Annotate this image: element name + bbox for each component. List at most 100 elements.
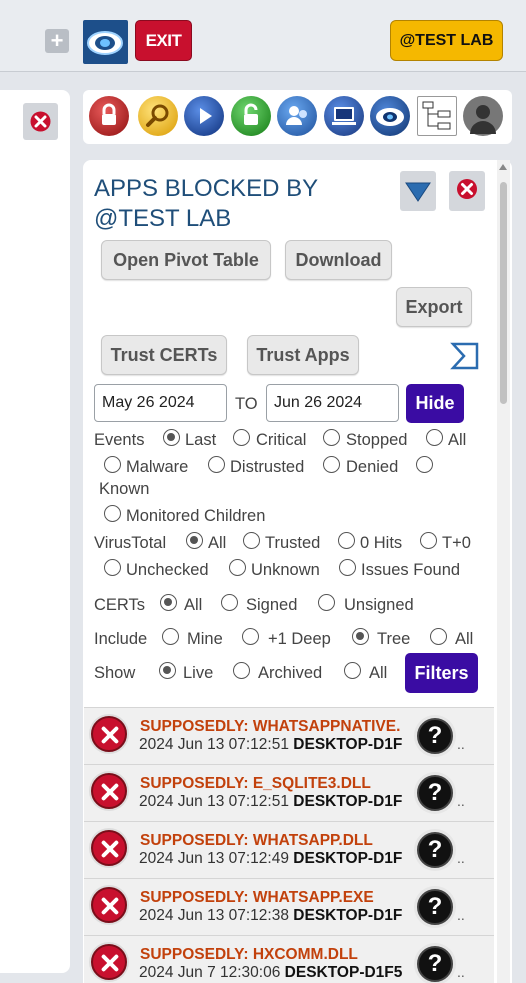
include-mine-radio[interactable] <box>162 628 179 645</box>
show-all-label: All <box>369 664 388 682</box>
play-icon[interactable] <box>184 96 224 136</box>
show-live-label: Live <box>183 664 214 682</box>
events-malware-radio[interactable] <box>104 456 121 473</box>
vt-unchecked-radio[interactable] <box>104 559 121 576</box>
question-icon[interactable]: ? <box>417 775 453 811</box>
question-icon[interactable]: ? <box>417 832 453 868</box>
filters-button[interactable]: Filters <box>405 653 478 693</box>
row-date: 2024 Jun 13 07:12:51 <box>139 793 289 810</box>
app-logo-icon[interactable] <box>83 20 128 64</box>
certs-all-label: All <box>184 596 203 614</box>
question-icon[interactable]: ? <box>417 718 453 754</box>
scroll-up-icon[interactable] <box>499 164 507 170</box>
magnifier-icon[interactable] <box>138 96 178 136</box>
events-known-radio[interactable] <box>416 456 433 473</box>
include-all-radio[interactable] <box>430 628 447 645</box>
certs-signed-label: Signed <box>246 596 298 614</box>
vt-issues-found-radio[interactable] <box>339 559 356 576</box>
vt-t0-radio[interactable] <box>420 532 437 549</box>
vt-0hits-radio[interactable] <box>338 532 355 549</box>
events-critical-radio[interactable] <box>233 429 250 446</box>
row-title: SUPPOSEDLY: WHATSAPPNATIVE. <box>140 718 401 735</box>
left-panel <box>0 90 70 973</box>
panel-close-button[interactable] <box>449 171 485 211</box>
org-chart-icon[interactable] <box>417 96 457 136</box>
list-item[interactable]: SUPPOSEDLY: E_SQLITE3.DLL 2024 Jun 13 07… <box>84 764 494 821</box>
vt-0hits-label: 0 Hits <box>360 534 403 552</box>
filter-funnel-button[interactable] <box>400 171 436 211</box>
blocked-icon <box>91 887 127 923</box>
lock-red-icon[interactable] <box>89 96 129 136</box>
list-item[interactable]: SUPPOSEDLY: WHATSAPPNATIVE. 2024 Jun 13 … <box>84 707 494 764</box>
date-from-input[interactable]: May 26 2024 <box>94 384 227 422</box>
virustotal-label: VirusTotal <box>94 534 167 552</box>
question-icon[interactable]: ? <box>417 946 453 982</box>
row-date: 2024 Jun 13 07:12:38 <box>139 907 289 924</box>
date-to-input[interactable]: Jun 26 2024 <box>266 384 399 422</box>
include-mine-label: Mine <box>187 630 223 648</box>
row-title: SUPPOSEDLY: E_SQLITE3.DLL <box>140 775 371 792</box>
list-item[interactable]: SUPPOSEDLY: HXCOMM.DLL 2024 Jun 7 12:30:… <box>84 935 494 983</box>
row-date: 2024 Jun 13 07:12:49 <box>139 850 289 867</box>
show-live-radio[interactable] <box>159 662 176 679</box>
date-to-label: TO <box>235 395 258 413</box>
exit-button[interactable]: EXIT <box>135 20 192 61</box>
vt-all-radio[interactable] <box>186 532 203 549</box>
row-subtitle: 2024 Jun 13 07:12:49 DESKTOP-D1F <box>139 850 459 868</box>
vt-trusted-radio[interactable] <box>243 532 260 549</box>
test-lab-button[interactable]: @TEST LAB <box>390 20 503 61</box>
left-close-button[interactable] <box>23 103 58 140</box>
export-button[interactable]: Export <box>396 287 472 327</box>
show-archived-radio[interactable] <box>233 662 250 679</box>
row-host: DESKTOP-D1F5 <box>284 964 403 981</box>
events-stopped-radio[interactable] <box>323 429 340 446</box>
computer-icon[interactable] <box>324 96 364 136</box>
list-item[interactable]: SUPPOSEDLY: WHATSAPP.EXE 2024 Jun 13 07:… <box>84 878 494 935</box>
trust-apps-button[interactable]: Trust Apps <box>247 335 359 375</box>
row-title: SUPPOSEDLY: WHATSAPP.EXE <box>140 889 374 906</box>
events-all-radio[interactable] <box>426 429 443 446</box>
vt-unknown-label: Unknown <box>251 561 320 579</box>
include-label: Include <box>94 630 148 648</box>
scrollbar-thumb[interactable] <box>500 182 507 404</box>
sum-icon[interactable] <box>450 342 480 370</box>
row-more: .. <box>457 907 465 923</box>
vt-trusted-label: Trusted <box>265 534 321 552</box>
download-button[interactable]: Download <box>285 240 392 280</box>
trust-certs-button[interactable]: Trust CERTs <box>101 335 227 375</box>
events-all-label: All <box>448 431 467 449</box>
blocked-icon <box>91 773 127 809</box>
users-icon[interactable] <box>277 96 317 136</box>
show-label: Show <box>94 664 136 682</box>
include-1deep-radio[interactable] <box>242 628 259 645</box>
row-title: SUPPOSEDLY: HXCOMM.DLL <box>140 946 358 963</box>
show-all-radio[interactable] <box>344 662 361 679</box>
events-known-label: Known <box>99 480 150 498</box>
panel-title-line1: APPS BLOCKED BY <box>94 175 319 202</box>
certs-signed-radio[interactable] <box>221 594 238 611</box>
row-host: DESKTOP-D1F <box>293 736 403 753</box>
add-icon[interactable]: + <box>45 29 69 53</box>
events-last-radio[interactable] <box>163 429 180 446</box>
cloud-eye-icon[interactable] <box>370 96 410 136</box>
vt-unknown-radio[interactable] <box>229 559 246 576</box>
include-all-label: All <box>455 630 474 648</box>
row-subtitle: 2024 Jun 13 07:12:38 DESKTOP-D1F <box>139 907 459 925</box>
list-item[interactable]: SUPPOSEDLY: WHATSAPP.DLL 2024 Jun 13 07:… <box>84 821 494 878</box>
lock-green-icon[interactable] <box>231 96 271 136</box>
certs-all-radio[interactable] <box>160 594 177 611</box>
events-monitored-children-radio[interactable] <box>104 505 121 522</box>
events-denied-radio[interactable] <box>323 456 340 473</box>
user-avatar-icon[interactable] <box>463 96 503 136</box>
include-1deep-label: +1 Deep <box>268 630 331 648</box>
row-subtitle: 2024 Jun 7 12:30:06 DESKTOP-D1F5 <box>139 964 459 982</box>
blocked-icon <box>91 944 127 980</box>
events-stopped-label: Stopped <box>346 431 408 449</box>
include-tree-radio[interactable] <box>352 628 369 645</box>
events-distrusted-radio[interactable] <box>208 456 225 473</box>
open-pivot-table-button[interactable]: Open Pivot Table <box>101 240 271 280</box>
row-subtitle: 2024 Jun 13 07:12:51 DESKTOP-D1F <box>139 736 459 754</box>
certs-unsigned-radio[interactable] <box>318 594 335 611</box>
question-icon[interactable]: ? <box>417 889 453 925</box>
hide-button[interactable]: Hide <box>406 384 464 423</box>
